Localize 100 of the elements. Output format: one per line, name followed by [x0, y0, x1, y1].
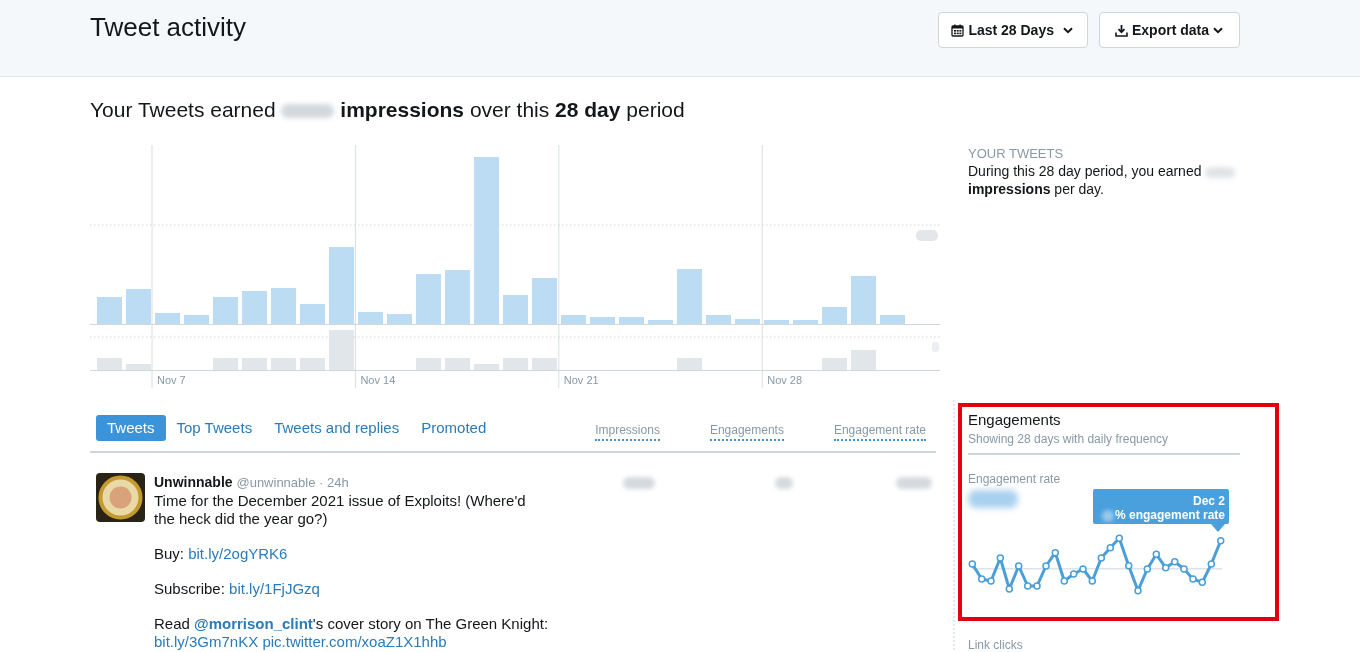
impressions-bar — [880, 315, 905, 324]
impressions-headline: Your Tweets earned impressions over this 28 day period — [90, 97, 686, 122]
data-point — [1097, 554, 1106, 562]
tooltip-value: % engagement rate — [1096, 508, 1225, 522]
engagements-bar — [213, 358, 238, 370]
mention-link[interactable]: @morrison_clint — [194, 615, 313, 632]
tweet-text: Subscribe: bit.ly/1FjJGzq — [154, 580, 321, 598]
engagements-bar — [97, 358, 122, 370]
tweet-link[interactable]: bit.ly/2ogYRK6 — [188, 545, 288, 562]
column-header: Impressions — [595, 423, 660, 441]
data-point — [1005, 585, 1014, 593]
data-point — [1216, 536, 1225, 545]
card-title: Link clicks — [968, 639, 1024, 652]
tweet-text: Buy: bit.ly/2ogYRK6 — [154, 545, 289, 563]
impressions-bar — [387, 314, 412, 324]
impressions-bar — [648, 320, 673, 324]
dropdown-button[interactable]: Export data — [1099, 12, 1240, 48]
impressions-bar — [706, 315, 731, 324]
tab[interactable]: Top Tweets — [165, 415, 264, 441]
author-handle: @unwinnable · 24h — [236, 475, 349, 490]
engagements-bar — [474, 364, 499, 370]
author-name[interactable]: Unwinnable — [154, 474, 233, 490]
tweet-link[interactable]: pic.twitter.com/xoaZ1X1hhb — [262, 633, 447, 650]
data-point — [1124, 561, 1133, 570]
impressions-bar — [184, 315, 209, 324]
engagements-bar — [503, 358, 528, 370]
impressions-bar — [590, 317, 615, 324]
tweet-text: Read @morrison_clint's cover story on The Green Knight: bit.ly/3Gm7nKX pic.twitter.com/xoaZ1X1hhb — [154, 615, 550, 651]
impressions-bar — [503, 295, 528, 324]
data-point — [1161, 563, 1170, 572]
data-point — [1152, 550, 1161, 559]
date-label: Nov 21 — [563, 374, 599, 386]
tab[interactable]: Promoted — [410, 415, 498, 441]
date-label: Nov 7 — [157, 374, 186, 386]
impressions-bar — [155, 313, 180, 324]
calendar-icon — [951, 23, 965, 37]
date-label: Nov 14 — [360, 374, 396, 386]
tweet-link[interactable]: bit.ly/3Gm7nKX — [154, 633, 259, 650]
engagements-bar — [300, 358, 325, 370]
tooltip-date: Dec 2 — [1191, 494, 1225, 508]
tweet-text: Time for the December 2021 issue of Exploits! (Where'd the heck did the year go?) — [154, 492, 527, 528]
tab[interactable]: Tweets and replies — [263, 415, 411, 441]
impressions-bar — [271, 288, 296, 324]
engagements-bar — [445, 358, 470, 370]
impressions-bar — [532, 278, 557, 324]
impressions-bar — [561, 315, 586, 324]
impressions-bar — [445, 270, 470, 324]
impressions-bar — [735, 319, 760, 324]
page-title: Tweet activity — [90, 11, 247, 43]
tab[interactable]: Tweets — [96, 415, 166, 441]
data-point — [968, 560, 977, 568]
impressions-bar — [619, 317, 644, 324]
data-point — [1115, 534, 1124, 543]
impressions-bar — [358, 312, 383, 324]
impressions-bar — [677, 269, 702, 324]
impressions-bar — [851, 276, 876, 324]
engagements-bar — [242, 358, 267, 370]
engagements-bar — [271, 358, 296, 370]
column-header: Engagement rate — [833, 423, 926, 441]
data-point — [1170, 557, 1179, 566]
engagements-bar — [677, 358, 702, 370]
engagements-bar — [822, 358, 847, 370]
download-icon — [1115, 23, 1128, 37]
avatar-image — [96, 473, 145, 522]
tweet-link[interactable]: bit.ly/1FjJGzq — [229, 580, 320, 597]
impressions-bar — [213, 297, 238, 324]
card-subtitle: Showing 28 days with daily frequency — [968, 431, 1170, 447]
data-point — [1042, 562, 1050, 570]
impressions-bar — [764, 320, 789, 324]
redacted-value — [968, 490, 1018, 508]
data-point — [1051, 548, 1060, 557]
data-point — [996, 554, 1005, 562]
column-header: Engagements — [709, 423, 784, 441]
redacted-value — [916, 230, 938, 241]
data-point — [1106, 543, 1115, 552]
impressions-bar — [126, 289, 151, 324]
data-point — [1207, 560, 1216, 568]
data-point — [1198, 578, 1207, 587]
data-point — [1143, 565, 1152, 573]
impressions-bar — [300, 304, 325, 324]
metric-label: Engagement rate — [968, 471, 1062, 487]
data-point — [1134, 586, 1142, 595]
date-label: Nov 28 — [767, 374, 803, 386]
redacted-value — [623, 477, 655, 489]
card-title: Engagements — [968, 410, 1062, 430]
engagements-bar — [416, 358, 441, 370]
caret-icon — [1063, 26, 1073, 34]
redacted-value — [775, 477, 793, 489]
impressions-bar — [822, 307, 847, 324]
data-point — [1088, 577, 1097, 585]
caret-icon — [1213, 26, 1223, 34]
data-point — [1014, 562, 1023, 570]
dropdown-button[interactable]: Last 28 Days — [938, 12, 1088, 48]
impressions-bar — [416, 274, 441, 324]
impressions-bar — [793, 320, 818, 324]
engagements-bar — [851, 350, 876, 370]
section-heading: YOUR TWEETS — [968, 146, 1065, 162]
impressions-bar — [97, 297, 122, 324]
impressions-bar — [242, 291, 267, 324]
redacted-value — [896, 477, 932, 489]
